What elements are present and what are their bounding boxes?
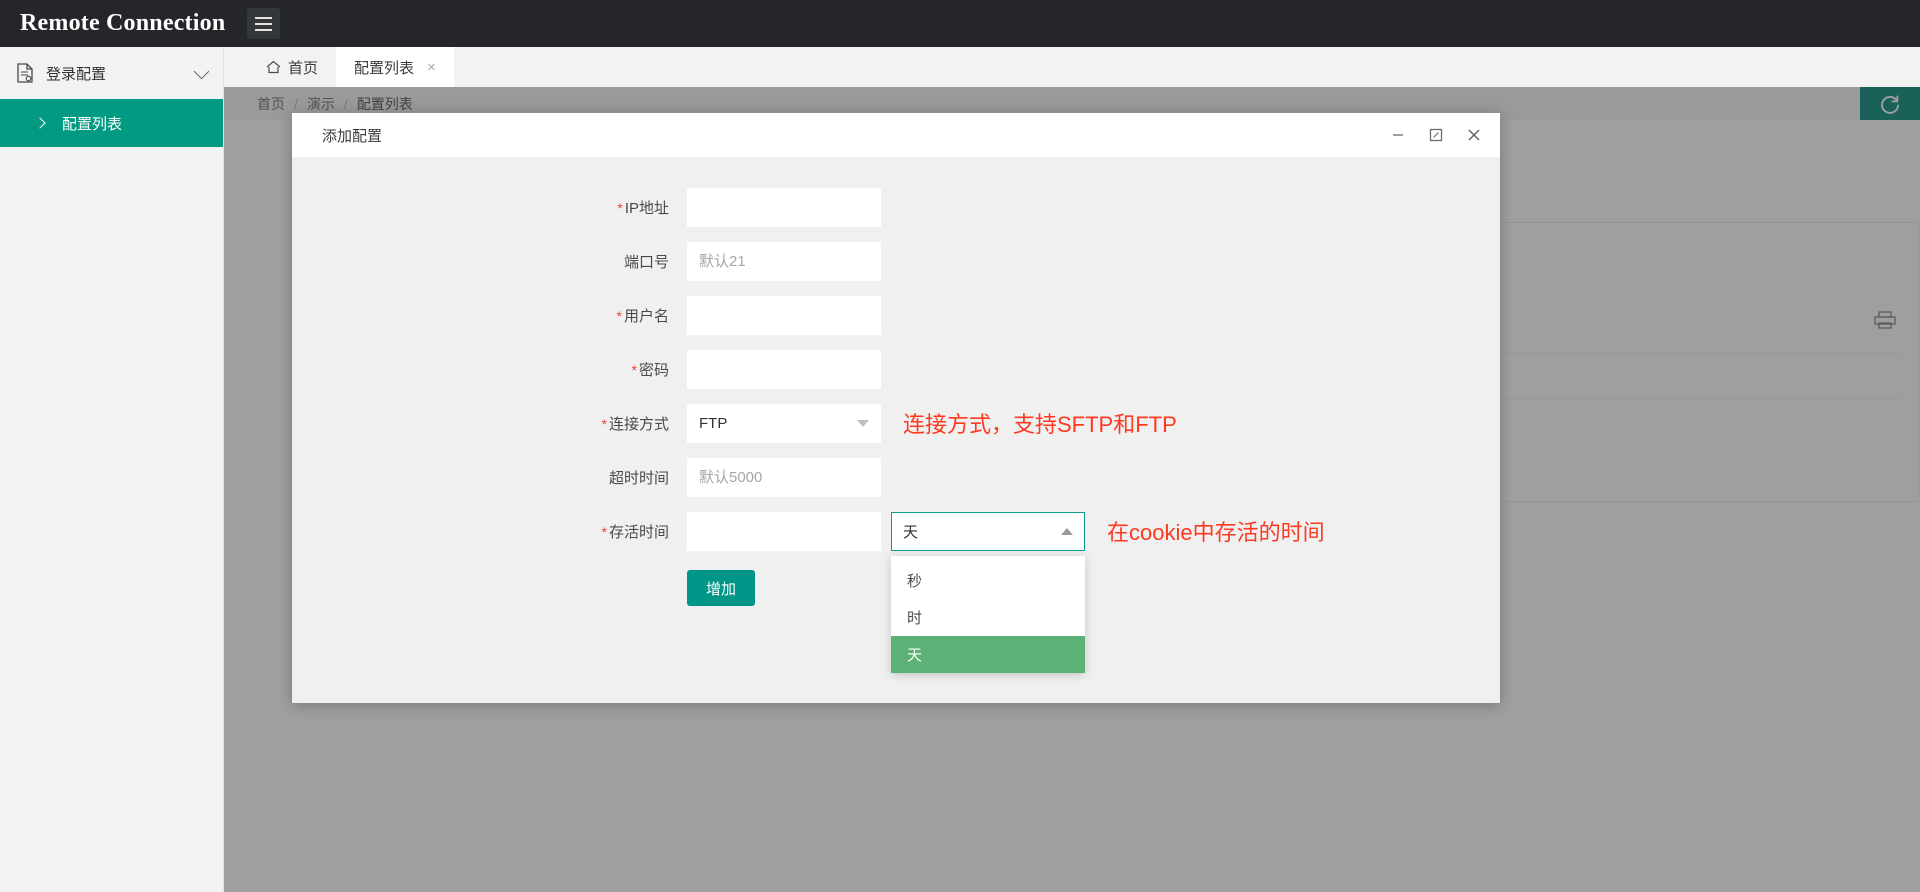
required-marker: *: [617, 200, 622, 216]
document-icon: [16, 63, 34, 83]
ttl-unit-dropdown: 秒 时 天: [891, 556, 1085, 673]
tab-strip: 首页 配置列表 ×: [224, 47, 1920, 87]
ttl-unit-option-day[interactable]: 天: [891, 636, 1085, 673]
label-timeout: 超时时间: [292, 467, 687, 488]
tab-home-label: 首页: [288, 57, 318, 78]
chevron-up-icon: [1061, 528, 1073, 535]
label-password-text: 密码: [639, 362, 669, 379]
ttl-input[interactable]: [687, 512, 881, 551]
maximize-icon[interactable]: [1426, 125, 1446, 145]
hamburger-line: [255, 29, 272, 31]
form-row-connection: *连接方式 FTP 连接方式，支持SFTP和FTP: [292, 396, 1500, 450]
password-input[interactable]: [687, 350, 881, 389]
sidebar-item-label: 配置列表: [62, 113, 122, 134]
dialog-title: 添加配置: [322, 125, 1388, 146]
ttl-unit-select[interactable]: 天: [891, 512, 1085, 551]
ttl-unit-value: 天: [903, 521, 918, 542]
dialog-header: 添加配置: [292, 113, 1500, 158]
tab-config-list-label: 配置列表: [354, 57, 414, 78]
chevron-down-icon: [857, 420, 869, 427]
submit-button[interactable]: 增加: [687, 570, 755, 606]
label-connection: *连接方式: [292, 413, 687, 434]
label-username-text: 用户名: [624, 308, 669, 325]
timeout-input[interactable]: [687, 458, 881, 497]
port-input[interactable]: [687, 242, 881, 281]
sidebar-group-login-config[interactable]: 登录配置: [0, 47, 223, 99]
hamburger-line: [255, 17, 272, 19]
username-input[interactable]: [687, 296, 881, 335]
sidebar: 登录配置 配置列表: [0, 47, 224, 892]
chevron-right-icon: [34, 117, 45, 128]
connection-select[interactable]: FTP: [687, 404, 881, 443]
form-row-ttl: *存活时间 天 秒 时 天 在cookie中存活的时间: [292, 504, 1500, 558]
label-connection-text: 连接方式: [609, 416, 669, 433]
close-icon[interactable]: [1464, 125, 1484, 145]
ttl-unit-option-second[interactable]: 秒: [891, 562, 1085, 599]
ttl-unit-wrapper: 天 秒 时 天: [891, 512, 1085, 551]
connection-select-value: FTP: [699, 415, 727, 432]
home-icon: [266, 60, 281, 74]
label-ip-text: IP地址: [625, 200, 669, 217]
required-marker: *: [602, 416, 607, 432]
form-row-username: *用户名: [292, 288, 1500, 342]
add-config-dialog: 添加配置 *IP地址: [292, 113, 1500, 703]
form-row-ip: *IP地址: [292, 180, 1500, 234]
label-port: 端口号: [292, 251, 687, 272]
required-marker: *: [632, 362, 637, 378]
tab-config-list[interactable]: 配置列表 ×: [336, 47, 454, 87]
sidebar-group-label: 登录配置: [46, 63, 196, 84]
label-username: *用户名: [292, 305, 687, 326]
ip-input[interactable]: [687, 188, 881, 227]
label-password: *密码: [292, 359, 687, 380]
ttl-annotation: 在cookie中存活的时间: [1107, 515, 1325, 547]
form-row-port: 端口号: [292, 234, 1500, 288]
hamburger-icon[interactable]: [247, 8, 280, 39]
dialog-body: *IP地址 端口号 *用户名 *密码 *连接方式: [292, 158, 1500, 703]
ttl-unit-option-hour[interactable]: 时: [891, 599, 1085, 636]
required-marker: *: [602, 524, 607, 540]
form-row-password: *密码: [292, 342, 1500, 396]
sidebar-item-config-list[interactable]: 配置列表: [0, 99, 223, 147]
label-ttl-text: 存活时间: [609, 524, 669, 541]
tab-home[interactable]: 首页: [248, 47, 336, 87]
window-buttons: [1388, 125, 1484, 145]
minimize-icon[interactable]: [1388, 125, 1408, 145]
form-row-timeout: 超时时间: [292, 450, 1500, 504]
top-bar: Remote Connection: [0, 0, 1920, 47]
connection-annotation: 连接方式，支持SFTP和FTP: [903, 407, 1177, 439]
chevron-down-icon: [194, 63, 210, 79]
app-brand: Remote Connection: [20, 10, 225, 37]
required-marker: *: [617, 308, 622, 324]
label-ttl: *存活时间: [292, 521, 687, 542]
close-icon[interactable]: ×: [427, 60, 436, 75]
label-ip: *IP地址: [292, 197, 687, 218]
hamburger-line: [255, 23, 272, 25]
